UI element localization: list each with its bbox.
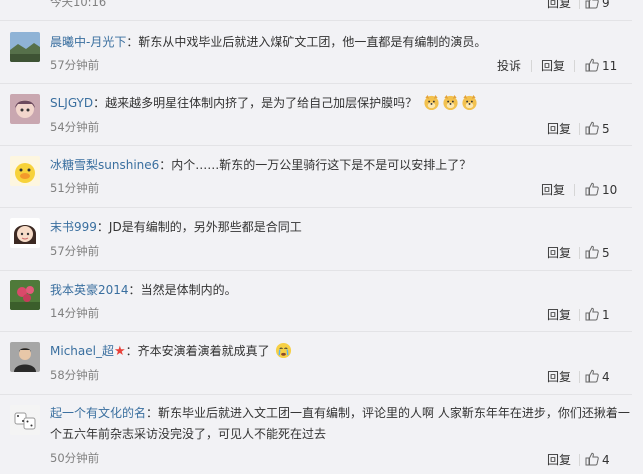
doge-emoji <box>424 94 439 111</box>
doge-emoji <box>462 94 477 111</box>
thumbs-up-icon <box>585 0 599 9</box>
thumbs-up-icon <box>585 369 599 383</box>
separator <box>0 270 632 271</box>
comment-actions: 回复 5 <box>0 244 643 262</box>
report-button[interactable]: 投诉 <box>497 57 521 75</box>
like-count: 9 <box>602 0 610 10</box>
comment-colon: ： <box>126 35 139 49</box>
divider <box>531 60 532 72</box>
thumbs-up-icon <box>585 307 599 321</box>
comment-actions: 回复 5 <box>0 120 643 138</box>
comment-actions: 回复 9 <box>0 0 643 12</box>
comment-text: 内个……靳东的一万公里骑行这下是不是可以安排上了？ <box>171 158 472 172</box>
comment-colon: ： <box>128 283 141 297</box>
like-count: 1 <box>602 308 610 322</box>
comment-colon: ： <box>146 406 159 420</box>
divider <box>574 60 575 72</box>
divider <box>579 454 580 466</box>
thumbs-up-icon <box>585 182 599 196</box>
dice-avatar-icon <box>10 405 40 435</box>
comment-actions: 回复 4 <box>0 451 643 469</box>
comment-line: SLJGYD：越来越多明星往体制内挤了，是为了给自己加层保护膜吗？ <box>50 93 478 113</box>
comment-actions: 投诉 回复 11 <box>0 57 643 75</box>
thumbs-up-icon <box>585 245 599 259</box>
like-count: 4 <box>602 453 610 467</box>
separator <box>0 207 632 208</box>
like-count: 11 <box>602 59 618 73</box>
divider <box>579 371 580 383</box>
comment-colon: ： <box>93 96 106 110</box>
comment-username[interactable]: 冰糖雪梨sunshine6 <box>50 158 159 172</box>
comment-username[interactable]: SLJGYD <box>50 96 93 110</box>
comment-username[interactable]: 末书999 <box>50 220 97 234</box>
comment-username[interactable]: 我本英豪2014 <box>50 283 129 297</box>
thumbs-up-icon <box>585 121 599 135</box>
comment-line: 我本英豪2014：当然是体制内的。 <box>50 280 237 300</box>
comment-text: 靳东从中戏毕业后就进入煤矿文工团，他一直都是有编制的演员。 <box>138 35 487 49</box>
comment-colon: ： <box>125 344 138 358</box>
reply-button[interactable]: 回复 <box>547 244 571 262</box>
comment-colon: ： <box>159 158 172 172</box>
comment-colon: ： <box>96 220 109 234</box>
reply-button[interactable]: 回复 <box>547 451 571 469</box>
comment-actions: 回复 4 <box>0 368 643 386</box>
divider <box>579 247 580 259</box>
thumbs-up-icon <box>585 58 599 72</box>
like-count: 10 <box>602 183 618 197</box>
crying-emoji <box>276 342 292 359</box>
like-count: 4 <box>602 370 610 384</box>
reply-button[interactable]: 回复 <box>547 0 571 12</box>
separator <box>0 83 632 84</box>
vip-star-icon: ★ <box>113 344 126 359</box>
reply-button[interactable]: 回复 <box>547 120 571 138</box>
comment-line: 起一个有文化的名：靳东毕业后就进入文工团一直有编制，评论里的人啊 人家靳东年年在… <box>50 403 630 445</box>
comment-text: 越来越多明星往体制内挤了，是为了给自己加层保护膜吗？ <box>105 96 418 110</box>
comment-text: 当然是体制内的。 <box>140 283 237 297</box>
divider <box>574 184 575 196</box>
comment-actions: 回复 10 <box>0 181 643 199</box>
avatar[interactable] <box>10 405 40 435</box>
reply-button[interactable]: 回复 <box>547 368 571 386</box>
comment-line: 末书999：JD是有编制的，另外那些都是合同工 <box>50 217 302 237</box>
like-count: 5 <box>602 122 610 136</box>
separator <box>0 394 632 395</box>
separator <box>0 20 632 21</box>
comment-text: 齐本安演着演着就成真了 <box>137 344 270 358</box>
divider <box>579 0 580 9</box>
comment-actions: 回复 1 <box>0 306 643 324</box>
separator <box>0 331 632 332</box>
divider <box>579 309 580 321</box>
separator <box>0 145 632 146</box>
reply-button[interactable]: 回复 <box>541 57 565 75</box>
comment-list: 今天10:16 回复 9 晨曦中-月光下：靳东从中戏毕业后就进入煤矿文工团，他一… <box>0 0 643 474</box>
comment-line: 冰糖雪梨sunshine6：内个……靳东的一万公里骑行这下是不是可以安排上了？ <box>50 155 471 175</box>
comment-username[interactable]: 起一个有文化的名 <box>50 406 146 420</box>
comment-line: Michael_超★：齐本安演着演着就成真了 <box>50 341 292 361</box>
doge-emoji <box>443 94 458 111</box>
thumbs-up-icon <box>585 452 599 466</box>
comment-username[interactable]: 晨曦中-月光下 <box>50 35 126 49</box>
divider <box>579 123 580 135</box>
comment-line: 晨曦中-月光下：靳东从中戏毕业后就进入煤矿文工团，他一直都是有编制的演员。 <box>50 32 486 52</box>
reply-button[interactable]: 回复 <box>541 181 565 199</box>
comment-username[interactable]: Michael_超 <box>50 344 114 358</box>
comment-text: JD是有编制的，另外那些都是合同工 <box>108 220 302 234</box>
reply-button[interactable]: 回复 <box>547 306 571 324</box>
like-count: 5 <box>602 246 610 260</box>
